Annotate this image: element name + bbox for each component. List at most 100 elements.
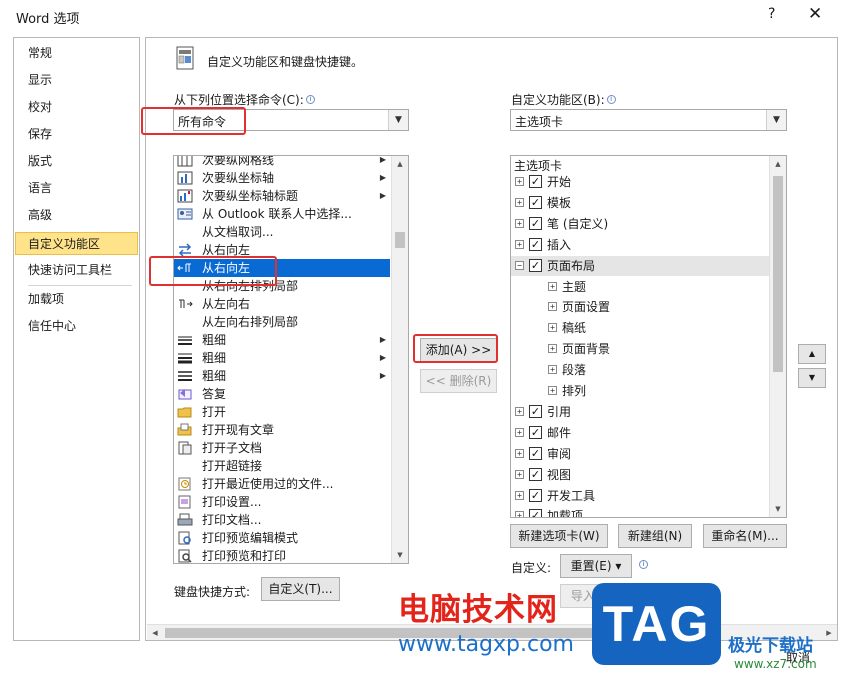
reset-button[interactable]: 重置(E) ▾	[560, 554, 632, 578]
nav-item-trust-center[interactable]: 信任中心	[15, 315, 138, 338]
tree-tab-item[interactable]: + ✓ 视图	[511, 465, 769, 485]
expand-icon[interactable]: +	[515, 219, 524, 228]
scroll-right-icon[interactable]: ▶	[821, 625, 837, 640]
expand-icon[interactable]: +	[515, 198, 524, 207]
tree-tab-item[interactable]: − ✓ 页面布局	[511, 256, 769, 276]
tree-tab-item[interactable]: + ✓ 笔 (自定义)	[511, 214, 769, 234]
collapse-icon[interactable]: −	[515, 261, 524, 270]
move-down-button[interactable]: ▼	[798, 368, 826, 388]
command-item[interactable]: 答复	[174, 385, 390, 403]
command-item[interactable]: 粗细 ▶	[174, 331, 390, 349]
nav-item-general[interactable]: 常规	[15, 42, 138, 65]
expand-icon[interactable]: +	[548, 302, 557, 311]
commands-source-select[interactable]: 所有命令 ▼	[173, 109, 409, 131]
scroll-down-icon[interactable]: ▼	[392, 547, 408, 563]
command-item[interactable]: 从左向右排列局部	[174, 313, 390, 331]
nav-item-advanced[interactable]: 高级	[15, 204, 138, 227]
ribbon-tree-scrollbar[interactable]: ▲ ▼	[769, 156, 786, 517]
chevron-down-icon[interactable]: ▼	[388, 110, 408, 130]
command-item[interactable]: 从 Outlook 联系人中选择...	[174, 205, 390, 223]
command-item[interactable]: 粗细 ▶	[174, 349, 390, 367]
close-button[interactable]: ✕	[808, 4, 822, 24]
tree-group-item[interactable]: + 段落	[511, 360, 769, 380]
tree-tab-item[interactable]: + ✓ 加载项	[511, 506, 769, 517]
command-item[interactable]: 粗细 ▶	[174, 367, 390, 385]
expand-icon[interactable]: +	[548, 344, 557, 353]
scroll-up-icon[interactable]: ▲	[770, 156, 786, 172]
tree-group-item[interactable]: + 主题	[511, 277, 769, 297]
help-button[interactable]: ?	[768, 6, 775, 22]
ribbon-tree[interactable]: 主选项卡 + ✓ 开始 + ✓ 模板 + ✓ 笔 (自定义) + ✓ 插入 − ✓ 页面布局 + 主题 + 页面设置…	[510, 155, 787, 518]
scroll-thumb[interactable]	[773, 176, 783, 372]
tree-tab-item[interactable]: + ✓ 插入	[511, 235, 769, 255]
tree-group-item[interactable]: + 稿纸	[511, 318, 769, 338]
tree-tab-item[interactable]: + ✓ 开发工具	[511, 486, 769, 506]
commands-list[interactable]: 次要纵网格线 ▶ 次要纵坐标轴 ▶ 次要纵坐标轴标题 ▶ 从 Outlook 联系人中选择.…	[173, 155, 409, 564]
command-item[interactable]: 从左向右	[174, 295, 390, 313]
nav-item-customize-ribbon[interactable]: 自定义功能区	[15, 232, 138, 255]
checkbox[interactable]: ✓	[529, 509, 542, 517]
tree-tab-item[interactable]: + ✓ 邮件	[511, 423, 769, 443]
checkbox[interactable]: ✓	[529, 489, 542, 502]
scroll-up-icon[interactable]: ▲	[392, 156, 408, 172]
checkbox[interactable]: ✓	[529, 426, 542, 439]
command-item[interactable]: 打印设置...	[174, 493, 390, 511]
command-item[interactable]: 打开最近使用过的文件...	[174, 475, 390, 493]
nav-item-save[interactable]: 保存	[15, 123, 138, 146]
checkbox[interactable]: ✓	[529, 196, 542, 209]
expand-icon[interactable]: +	[515, 491, 524, 500]
nav-item-proofing[interactable]: 校对	[15, 96, 138, 119]
nav-item-display[interactable]: 显示	[15, 69, 138, 92]
command-item[interactable]: 从右向左	[174, 259, 390, 277]
command-item[interactable]: 打开子文档	[174, 439, 390, 457]
commands-list-scrollbar[interactable]: ▲ ▼	[391, 156, 408, 563]
checkbox[interactable]: ✓	[529, 217, 542, 230]
checkbox[interactable]: ✓	[529, 238, 542, 251]
expand-icon[interactable]: +	[515, 177, 524, 186]
ribbon-tabs-select[interactable]: 主选项卡 ▼	[510, 109, 787, 131]
command-item[interactable]: 次要纵网格线 ▶	[174, 156, 390, 169]
scroll-left-icon[interactable]: ◀	[147, 625, 163, 640]
checkbox[interactable]: ✓	[529, 447, 542, 460]
expand-icon[interactable]: +	[515, 449, 524, 458]
expand-icon[interactable]: +	[515, 240, 524, 249]
tree-tab-item[interactable]: + ✓ 引用	[511, 402, 769, 422]
command-item[interactable]: 打开超链接	[174, 457, 390, 475]
scroll-thumb[interactable]	[395, 232, 405, 248]
tree-tab-item[interactable]: + ✓ 开始	[511, 172, 769, 192]
nav-item-language[interactable]: 语言	[15, 177, 138, 200]
tree-tab-item[interactable]: + ✓ 审阅	[511, 444, 769, 464]
tree-group-item[interactable]: + 排列	[511, 381, 769, 401]
checkbox[interactable]: ✓	[529, 259, 542, 272]
expand-icon[interactable]: +	[515, 470, 524, 479]
expand-icon[interactable]: +	[515, 407, 524, 416]
expand-icon[interactable]: +	[515, 428, 524, 437]
customize-shortcuts-button[interactable]: 自定义(T)...	[261, 577, 340, 601]
expand-icon[interactable]: +	[515, 511, 524, 517]
command-item[interactable]: 次要纵坐标轴标题 ▶	[174, 187, 390, 205]
expand-icon[interactable]: +	[548, 323, 557, 332]
nav-item-quick-access-toolbar[interactable]: 快速访问工具栏	[15, 259, 138, 282]
expand-icon[interactable]: +	[548, 365, 557, 374]
add-button[interactable]: 添加(A) >>	[420, 338, 497, 362]
command-item[interactable]: 从右向左	[174, 241, 390, 259]
rename-button[interactable]: 重命名(M)...	[703, 524, 787, 548]
expand-icon[interactable]: +	[548, 386, 557, 395]
tree-group-item[interactable]: + 页面设置	[511, 297, 769, 317]
move-up-button[interactable]: ▲	[798, 344, 826, 364]
command-item[interactable]: 打印预览和打印	[174, 547, 390, 563]
scroll-down-icon[interactable]: ▼	[770, 501, 786, 517]
command-item[interactable]: 从右向左排列局部	[174, 277, 390, 295]
new-group-button[interactable]: 新建组(N)	[618, 524, 692, 548]
nav-item-addins[interactable]: 加载项	[15, 288, 138, 311]
tree-group-item[interactable]: + 页面背景	[511, 339, 769, 359]
command-item[interactable]: 打印预览编辑模式	[174, 529, 390, 547]
command-item[interactable]: 从文档取词...	[174, 223, 390, 241]
checkbox[interactable]: ✓	[529, 175, 542, 188]
checkbox[interactable]: ✓	[529, 405, 542, 418]
chevron-down-icon[interactable]: ▼	[766, 110, 786, 130]
new-tab-button[interactable]: 新建选项卡(W)	[510, 524, 608, 548]
command-item[interactable]: 打印文档...	[174, 511, 390, 529]
nav-item-layout[interactable]: 版式	[15, 150, 138, 173]
command-item[interactable]: 次要纵坐标轴 ▶	[174, 169, 390, 187]
